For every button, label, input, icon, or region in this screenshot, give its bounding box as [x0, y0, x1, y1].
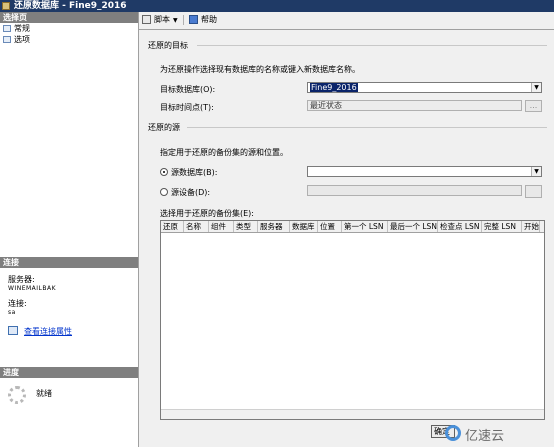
script-button[interactable]: 脚本 ▼	[142, 14, 178, 26]
chevron-down-icon[interactable]: ▼	[531, 83, 541, 92]
page-icon	[3, 25, 11, 32]
page-item-options[interactable]: 选项	[0, 34, 138, 45]
connection-header: 连接	[0, 257, 138, 268]
horizontal-scrollbar[interactable]	[161, 409, 544, 419]
from-device-radio[interactable]	[160, 188, 168, 196]
help-icon	[189, 15, 198, 24]
source-group-title: 还原的源	[148, 123, 180, 132]
from-device-label[interactable]: 源设备(D):	[171, 187, 210, 198]
column-header[interactable]: 数据库	[290, 221, 318, 232]
target-time-value: 最近状态	[310, 101, 342, 110]
grid-header: 还原 名称 组件 类型 服务器 数据库 位置 第一个 LSN 最后一个 LSN …	[161, 221, 544, 233]
right-pane: 脚本 ▼ 帮助 还原的目标 为还原操作选择现有数据库的名称或键入新数据库名称。 目…	[139, 12, 554, 447]
connection-label: 连接:	[8, 299, 27, 308]
connection-value: sa	[8, 309, 16, 316]
target-group-title: 还原的目标	[148, 41, 188, 50]
group-rule	[187, 127, 547, 128]
restore-db-icon	[2, 2, 10, 10]
watermark-text: 亿速云	[465, 429, 505, 444]
column-header[interactable]: 类型	[234, 221, 258, 232]
column-header[interactable]: 完整 LSN	[482, 221, 522, 232]
target-instruction: 为还原操作选择现有数据库的名称或键入新数据库名称。	[160, 65, 360, 74]
column-header[interactable]: 组件	[209, 221, 234, 232]
chevron-down-icon[interactable]: ▼	[531, 167, 541, 176]
backup-sets-label: 选择用于还原的备份集(E):	[160, 209, 254, 218]
script-label: 脚本	[154, 15, 170, 24]
connection-section: 连接 服务器: WINEMAILBAK 连接: sa 查看连接属性	[0, 257, 138, 337]
link-label: 查看连接属性	[24, 327, 72, 336]
dropdown-arrow-icon: ▼	[173, 17, 178, 24]
toolbar-separator	[183, 15, 184, 25]
column-header[interactable]: 最后一个 LSN	[388, 221, 438, 232]
from-device-field	[307, 185, 522, 196]
window-title: 还原数据库 - Fine9_2016	[14, 1, 127, 11]
column-header[interactable]: 开始	[522, 221, 540, 232]
from-database-radio[interactable]	[160, 168, 168, 176]
server-label: 服务器:	[8, 275, 35, 284]
connection-properties-icon	[8, 326, 18, 335]
toolbar: 脚本 ▼ 帮助	[139, 12, 554, 28]
target-time-browse-button[interactable]: ...	[525, 100, 542, 112]
from-database-label[interactable]: 源数据库(B):	[171, 167, 217, 178]
group-rule	[197, 45, 547, 46]
progress-section: 进度 就绪	[0, 367, 138, 404]
target-db-label: 目标数据库(O):	[160, 85, 216, 94]
help-button[interactable]: 帮助	[189, 14, 217, 26]
title-bar: 还原数据库 - Fine9_2016	[0, 0, 554, 12]
column-header[interactable]: 第一个 LSN	[342, 221, 388, 232]
from-device-browse-button[interactable]	[525, 185, 542, 198]
help-label: 帮助	[201, 15, 217, 24]
target-time-field: 最近状态	[307, 100, 522, 111]
left-pane: 选择页 常规 选项 连接 服务器: WINEMAILBAK 连接: sa 查看连…	[0, 12, 139, 447]
target-db-value: Fine9_2016	[310, 83, 358, 92]
column-header[interactable]: 检查点 LSN	[438, 221, 482, 232]
progress-status: 就绪	[36, 389, 52, 398]
from-database-combo[interactable]: ▼	[307, 166, 542, 177]
target-time-label: 目标时间点(T):	[160, 103, 214, 112]
script-icon	[142, 15, 151, 24]
column-header[interactable]: 还原	[161, 221, 184, 232]
progress-row: 就绪	[0, 386, 138, 404]
watermark-logo-icon	[445, 425, 461, 441]
target-db-combo[interactable]: Fine9_2016 ▼	[307, 82, 542, 93]
toolbar-divider	[139, 29, 554, 30]
source-instruction: 指定用于还原的备份集的源和位置。	[160, 148, 288, 157]
page-icon	[3, 36, 11, 43]
progress-spinner-icon	[8, 386, 26, 404]
column-header[interactable]: 名称	[184, 221, 209, 232]
column-header[interactable]: 服务器	[258, 221, 290, 232]
page-item-general[interactable]: 常规	[0, 23, 138, 34]
view-connection-properties-link[interactable]: 查看连接属性	[0, 326, 138, 337]
server-value: WINEMAILBAK	[8, 285, 57, 292]
progress-header: 进度	[0, 367, 138, 378]
backup-sets-grid[interactable]: 还原 名称 组件 类型 服务器 数据库 位置 第一个 LSN 最后一个 LSN …	[160, 220, 545, 420]
page-item-label: 常规	[14, 24, 30, 33]
pages-header: 选择页	[0, 12, 138, 23]
page-item-label: 选项	[14, 35, 30, 44]
column-header[interactable]: 位置	[318, 221, 342, 232]
